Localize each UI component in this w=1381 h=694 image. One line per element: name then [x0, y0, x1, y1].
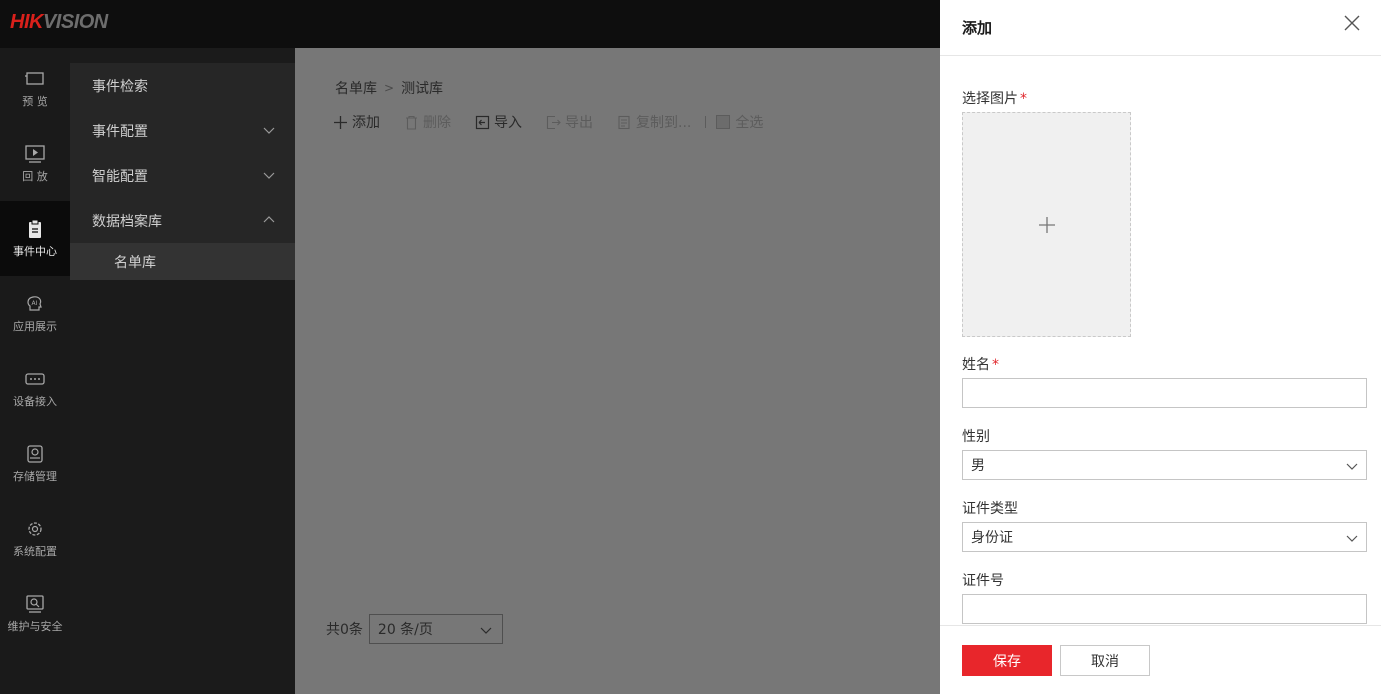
copy-icon — [618, 115, 630, 129]
nav-device-access[interactable]: 设备接入 — [0, 351, 70, 426]
hikvision-logo: HIKVISION — [10, 11, 108, 33]
nav-app-display[interactable]: AI 应用展示 — [0, 276, 70, 351]
nav-playback[interactable]: 回 放 — [0, 126, 70, 201]
nav-rail: 预 览 回 放 事件中心 AI 应用展示 设备接入 存储管理 系统配置 维护与安… — [0, 48, 70, 694]
toolbar: 添加 删除 导入 导出 复制到... 全选 — [333, 112, 787, 132]
toolbar-divider — [705, 116, 707, 128]
drawer-header: 添加 — [940, 0, 1381, 56]
nav-storage[interactable]: 存储管理 — [0, 426, 70, 501]
main-content: 名单库 > 测试库 添加 删除 导入 导出 复制到... 全选 共0条 20 条… — [295, 48, 940, 694]
required-mark: * — [992, 357, 999, 373]
plus-icon — [334, 115, 347, 129]
breadcrumb-item[interactable]: 名单库 — [335, 78, 377, 98]
breadcrumb-separator-icon: > — [384, 81, 395, 95]
secondary-menu: 事件检索 事件配置 智能配置 数据档案库 名单库 — [70, 48, 295, 694]
select-all-checkbox[interactable]: 全选 — [716, 112, 763, 132]
total-count: 共0条 — [326, 622, 363, 638]
menu-label: 名单库 — [114, 254, 156, 271]
drawer-title: 添加 — [962, 19, 993, 37]
close-icon[interactable] — [1342, 13, 1362, 33]
id-type-select[interactable]: 身份证 — [962, 522, 1367, 552]
gear-icon — [28, 521, 42, 536]
chevron-up-icon — [263, 216, 275, 223]
menu-label: 数据档案库 — [92, 213, 162, 230]
add-button[interactable]: 添加 — [333, 112, 380, 132]
plus-icon — [1039, 217, 1055, 233]
menu-label: 智能配置 — [92, 168, 148, 185]
maintenance-icon — [26, 594, 44, 613]
chevron-down-icon — [263, 127, 275, 134]
name-input[interactable] — [962, 378, 1367, 408]
id-number-label: 证件号 — [962, 573, 1004, 589]
monitor-icon — [25, 71, 44, 85]
menu-label: 事件配置 — [92, 123, 148, 140]
menu-smart-config[interactable]: 智能配置 — [70, 153, 295, 198]
breadcrumb: 名单库 > 测试库 — [335, 78, 443, 98]
nav-system-config[interactable]: 系统配置 — [0, 501, 70, 576]
top-bar: HIKVISION — [0, 0, 940, 48]
device-icon — [25, 372, 45, 385]
cancel-button[interactable]: 取消 — [1060, 645, 1150, 676]
required-mark: * — [1020, 91, 1027, 107]
image-label: 选择图片 * — [962, 91, 1027, 107]
menu-data-archive[interactable]: 数据档案库 — [70, 198, 295, 243]
id-type-label: 证件类型 — [962, 501, 1018, 517]
menu-label: 事件检索 — [92, 78, 148, 95]
chevron-down-icon — [480, 627, 492, 634]
image-upload[interactable] — [962, 112, 1131, 337]
menu-event-search[interactable]: 事件检索 — [70, 63, 295, 108]
drawer-footer: 保存 取消 — [940, 625, 1381, 694]
export-icon — [546, 115, 561, 129]
gender-label: 性别 — [962, 429, 990, 445]
nav-preview[interactable]: 预 览 — [0, 51, 70, 126]
import-button[interactable]: 导入 — [475, 112, 522, 132]
chevron-down-icon — [1346, 535, 1358, 542]
nav-maintenance-security[interactable]: 维护与安全 — [0, 576, 70, 651]
menu-event-config[interactable]: 事件配置 — [70, 108, 295, 153]
pagination: 共0条 20 条/页 — [326, 614, 503, 644]
import-icon — [475, 115, 490, 129]
delete-button[interactable]: 删除 — [404, 112, 451, 132]
storage-icon — [27, 444, 43, 463]
svg-text:AI: AI — [32, 300, 38, 307]
ai-icon: AI — [27, 295, 42, 311]
export-button[interactable]: 导出 — [546, 112, 593, 132]
gender-select[interactable]: 男 — [962, 450, 1367, 480]
secondary-menu-group: 事件检索 事件配置 智能配置 数据档案库 名单库 — [70, 63, 295, 280]
chevron-down-icon — [1346, 463, 1358, 470]
copy-to-button[interactable]: 复制到... — [617, 112, 691, 132]
breadcrumb-current: 测试库 — [401, 81, 444, 97]
id-number-input[interactable] — [962, 594, 1367, 624]
nav-event-center[interactable]: 事件中心 — [0, 201, 70, 276]
checkbox-icon — [716, 115, 731, 129]
add-drawer: 添加 选择图片 * 姓名 * 性别 男 证件类型 身份证 证件号 保存 取消 — [940, 0, 1381, 694]
chevron-down-icon — [263, 172, 275, 179]
menu-name-list[interactable]: 名单库 — [70, 243, 295, 280]
page-size-select[interactable]: 20 条/页 — [368, 614, 503, 644]
save-button[interactable]: 保存 — [962, 645, 1052, 676]
trash-icon — [406, 115, 417, 130]
name-label: 姓名 * — [962, 357, 999, 373]
playback-icon — [25, 144, 45, 163]
clipboard-icon — [29, 219, 41, 238]
